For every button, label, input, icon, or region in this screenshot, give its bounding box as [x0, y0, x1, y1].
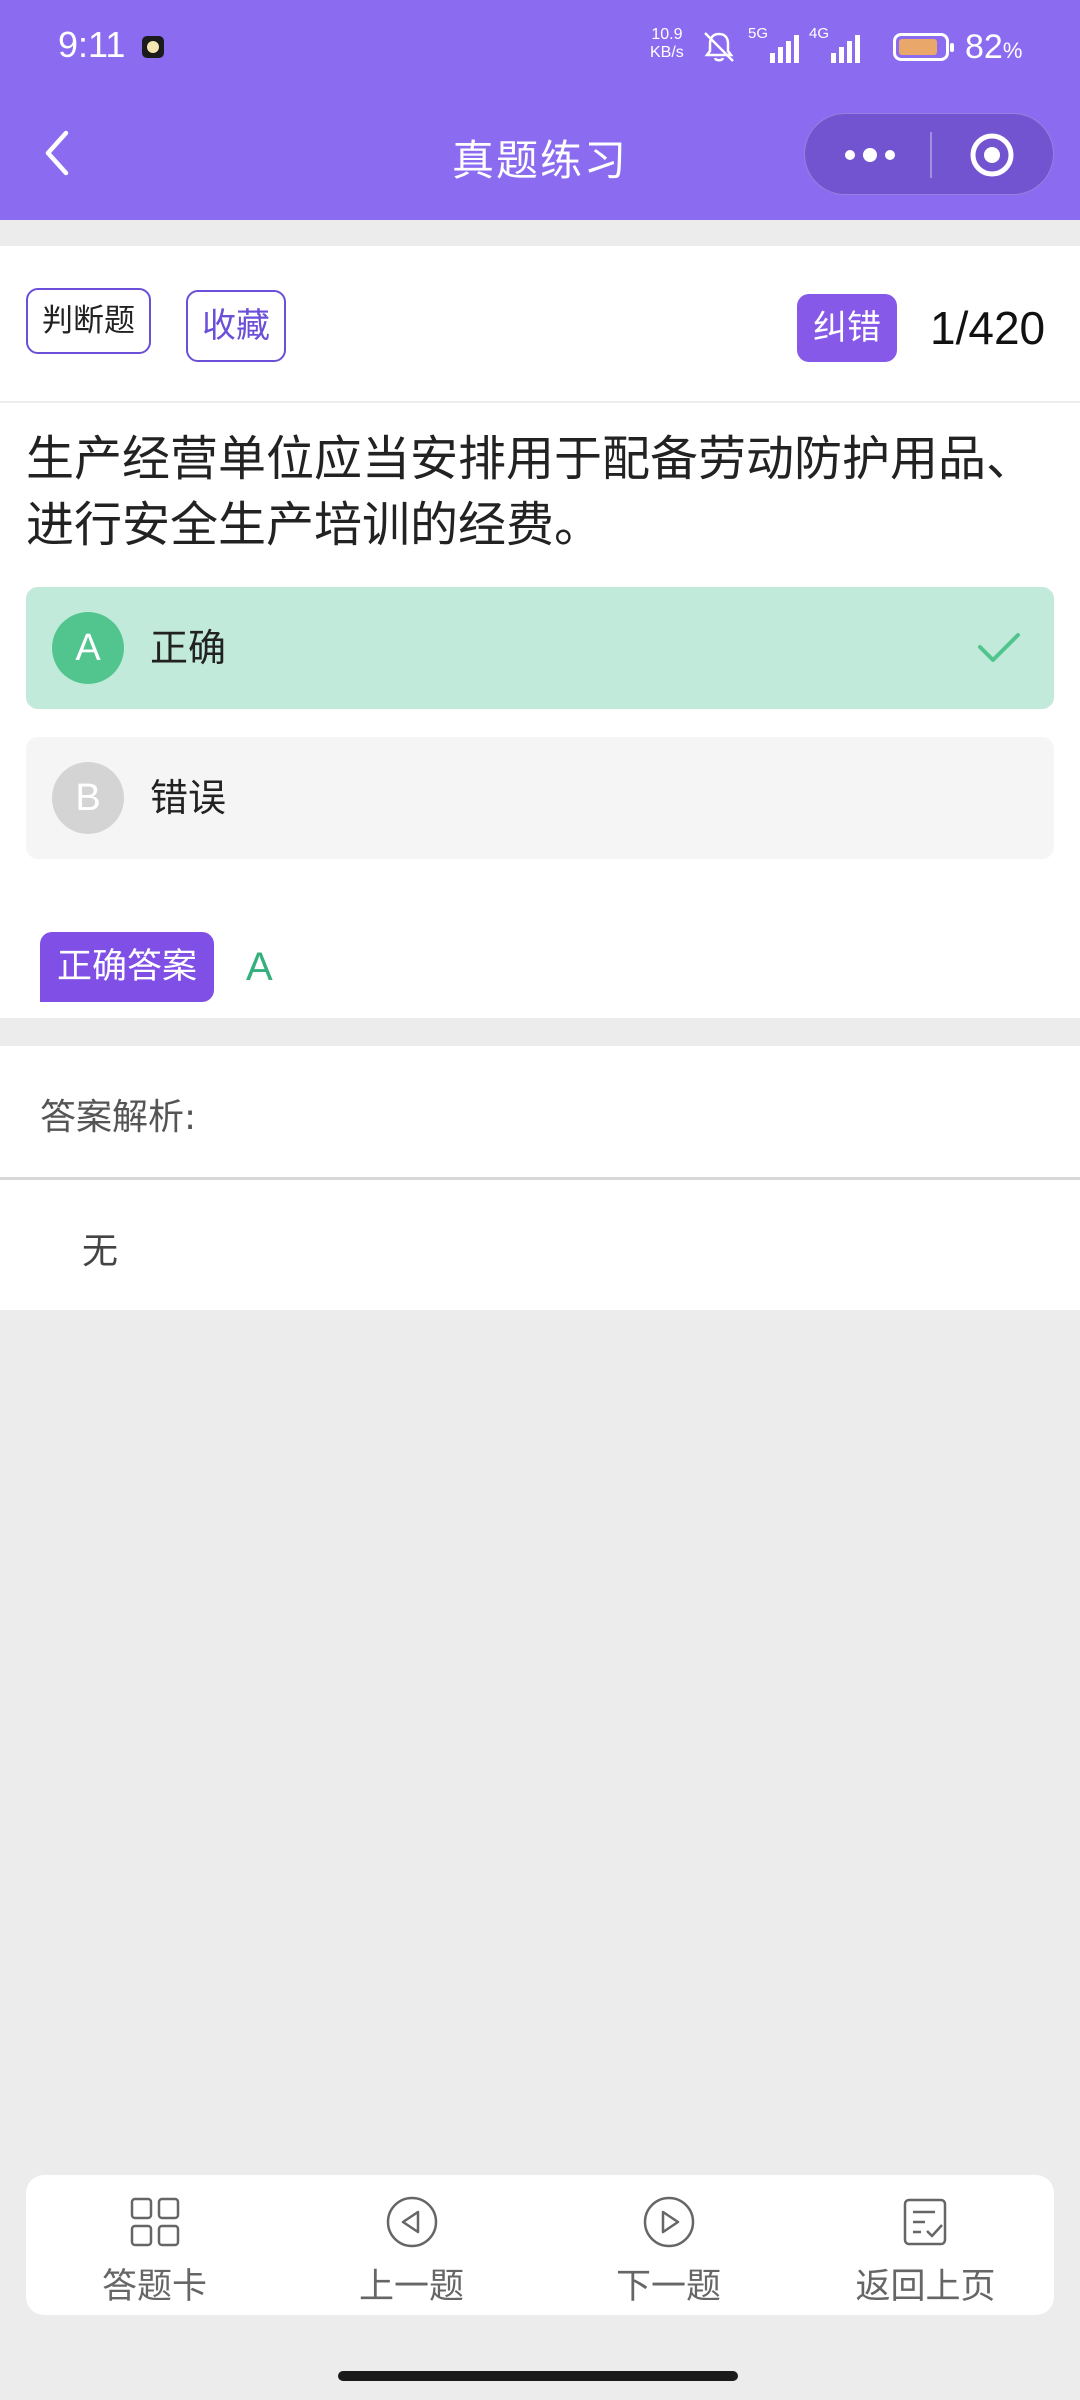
play-left-icon — [386, 2196, 438, 2248]
grid-icon — [130, 2197, 180, 2247]
option-text: 正确 — [150, 626, 227, 670]
correct-answer-label: 正确答案 — [40, 932, 214, 1002]
battery-percent: 82% — [965, 28, 1022, 67]
battery-percent-suffix: % — [1002, 38, 1023, 63]
play-right-icon — [643, 2196, 695, 2248]
report-error-button[interactable]: 纠错 — [797, 294, 897, 362]
checklist-icon — [903, 2198, 947, 2246]
close-mini-program-button[interactable] — [969, 132, 1015, 178]
answer-sheet-label: 答题卡 — [101, 2267, 207, 2307]
notification-app-icon — [142, 36, 164, 58]
question-progress: 1/420 — [930, 302, 1046, 354]
network-speed: 10.9 KB/s — [650, 26, 684, 62]
return-previous-page-button[interactable]: 返回上页 — [797, 2175, 1054, 2315]
question-card: 判断题 收藏 纠错 1/420 生产经营单位应当安排用于配备劳动防护用品、进行安… — [0, 246, 1080, 1018]
analysis-label: 答案解析: — [40, 1097, 197, 1138]
signal-4g-label: 4G — [809, 25, 830, 42]
option-letter: B — [52, 762, 124, 834]
correct-answer-value: A — [246, 945, 273, 989]
option-b[interactable]: B 错误 — [26, 737, 1054, 859]
option-text: 错误 — [150, 776, 227, 820]
option-a[interactable]: A 正确 — [26, 587, 1054, 709]
favorite-button[interactable]: 收藏 — [186, 290, 286, 362]
network-speed-unit: KB/s — [650, 44, 684, 61]
previous-question-label: 上一题 — [358, 2267, 464, 2307]
home-indicator[interactable] — [338, 2371, 738, 2381]
network-speed-value: 10.9 — [651, 26, 683, 43]
signal-4g-icon: 4G — [809, 25, 860, 63]
answer-sheet-button[interactable]: 答题卡 — [26, 2175, 283, 2315]
next-question-label: 下一题 — [615, 2267, 721, 2307]
analysis-card: 答案解析: 无 — [0, 1046, 1080, 1310]
status-time: 9:11 — [58, 24, 126, 65]
capsule-divider — [930, 132, 932, 178]
divider — [0, 401, 1080, 403]
signal-5g-icon: 5G — [748, 25, 799, 63]
status-bar: 9:11 10.9 KB/s 5G 4G 82% — [0, 0, 1080, 95]
analysis-text: 无 — [82, 1231, 119, 1272]
mini-program-capsule — [804, 113, 1054, 195]
target-icon — [970, 133, 1014, 177]
question-type-tag: 判断题 — [26, 288, 151, 354]
check-icon — [978, 633, 1020, 662]
bottom-toolbar: 答题卡 上一题 下一题 返回上页 — [26, 2175, 1054, 2315]
battery-percent-value: 82 — [965, 28, 1003, 66]
next-question-button[interactable]: 下一题 — [540, 2175, 797, 2315]
status-icons: 5G 4G — [700, 25, 860, 68]
question-text: 生产经营单位应当安排用于配备劳动防护用品、进行安全生产培训的经费。 — [26, 431, 1035, 553]
more-button[interactable] — [835, 134, 905, 176]
battery-icon — [893, 33, 954, 61]
nav-bar: 真题练习 — [0, 95, 1080, 220]
signal-5g-label: 5G — [748, 25, 769, 42]
return-previous-page-label: 返回上页 — [855, 2267, 996, 2307]
analysis-divider — [0, 1177, 1080, 1180]
previous-question-button[interactable]: 上一题 — [283, 2175, 540, 2315]
option-letter: A — [52, 612, 124, 684]
bell-muted-icon — [704, 32, 734, 62]
